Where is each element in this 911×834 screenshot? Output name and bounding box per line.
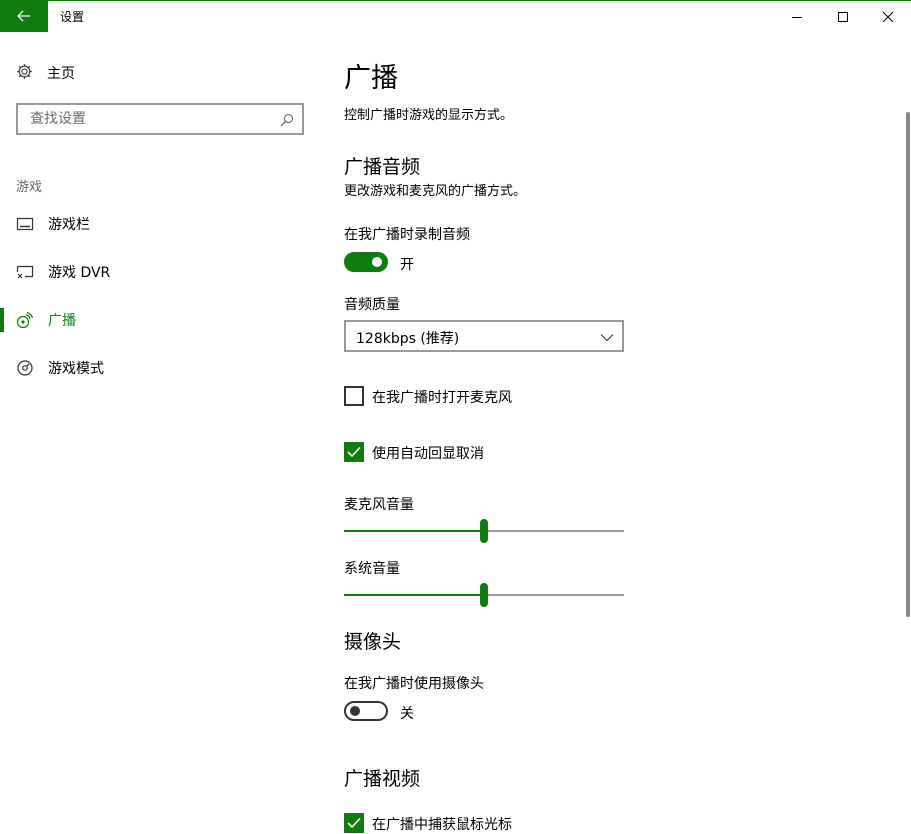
nav-home-label: 主页 bbox=[47, 66, 75, 82]
page-title: 广播 bbox=[344, 63, 398, 94]
section-heading-audio: 广播音频 bbox=[344, 156, 421, 178]
minimize-icon bbox=[792, 7, 802, 26]
search-box[interactable] bbox=[16, 103, 304, 135]
slider-thumb[interactable] bbox=[480, 519, 488, 543]
section-heading-camera: 摄像头 bbox=[344, 631, 402, 653]
nav-group-label: 游戏 bbox=[16, 180, 43, 195]
capture-cursor-checkbox[interactable] bbox=[344, 813, 364, 833]
game-dvr-icon bbox=[16, 263, 34, 281]
mic-volume-label: 麦克风音量 bbox=[344, 497, 414, 513]
broadcast-icon bbox=[16, 311, 34, 329]
mic-checkbox-label[interactable]: 在我广播时打开麦克风 bbox=[372, 387, 512, 407]
sidebar-item-game-mode[interactable]: 游戏模式 bbox=[0, 346, 330, 390]
sidebar-item-label: 广播 bbox=[48, 313, 76, 329]
audio-quality-label: 音频质量 bbox=[344, 297, 400, 313]
system-volume-slider[interactable] bbox=[344, 583, 624, 607]
system-volume-label: 系统音量 bbox=[344, 561, 400, 577]
slider-thumb[interactable] bbox=[480, 583, 488, 607]
section-heading-video: 广播视频 bbox=[344, 768, 421, 790]
mic-volume-slider[interactable] bbox=[344, 519, 624, 543]
scrollbar[interactable] bbox=[906, 112, 910, 617]
use-camera-label: 在我广播时使用摄像头 bbox=[344, 676, 484, 692]
game-mode-icon bbox=[16, 359, 34, 377]
echo-cancel-checkbox[interactable] bbox=[344, 442, 364, 462]
record-audio-toggle[interactable] bbox=[344, 252, 388, 272]
capture-cursor-label[interactable]: 在广播中捕获鼠标光标 bbox=[372, 814, 512, 834]
close-icon bbox=[882, 7, 894, 26]
window-title: 设置 bbox=[60, 10, 85, 24]
active-indicator bbox=[0, 308, 4, 332]
toggle-knob bbox=[350, 706, 360, 716]
audio-quality-dropdown[interactable]: 128kbps (推荐) bbox=[344, 320, 624, 352]
slider-fill bbox=[344, 530, 484, 532]
title-bar: 设置 bbox=[0, 0, 911, 32]
arrow-left-icon bbox=[17, 7, 31, 26]
use-camera-toggle[interactable] bbox=[344, 701, 388, 721]
maximize-icon bbox=[838, 7, 848, 26]
maximize-button[interactable] bbox=[820, 1, 866, 32]
game-bar-icon bbox=[16, 215, 34, 233]
page-description: 控制广播时游戏的显示方式。 bbox=[344, 108, 514, 123]
slider-fill bbox=[344, 594, 484, 596]
sidebar-item-label: 游戏模式 bbox=[48, 361, 104, 377]
toggle-knob bbox=[372, 257, 382, 267]
sidebar-item-game-dvr[interactable]: 游戏 DVR bbox=[0, 250, 330, 294]
sidebar-item-broadcast[interactable]: 广播 bbox=[0, 298, 330, 342]
sidebar-item-label: 游戏栏 bbox=[48, 217, 90, 233]
gear-icon bbox=[16, 63, 33, 84]
search-input[interactable] bbox=[28, 110, 272, 128]
sidebar-item-game-bar[interactable]: 游戏栏 bbox=[0, 202, 330, 246]
sidebar-item-label: 游戏 DVR bbox=[48, 265, 111, 281]
record-audio-state: 开 bbox=[400, 257, 414, 273]
use-camera-state: 关 bbox=[400, 706, 414, 722]
section-description-audio: 更改游戏和麦克风的广播方式。 bbox=[344, 184, 527, 199]
search-icon[interactable] bbox=[280, 112, 294, 131]
nav-home[interactable]: 主页 bbox=[16, 62, 75, 84]
close-button[interactable] bbox=[865, 1, 911, 32]
echo-cancel-label[interactable]: 使用自动回显取消 bbox=[372, 443, 484, 463]
mic-checkbox[interactable] bbox=[344, 386, 364, 406]
record-audio-label: 在我广播时录制音频 bbox=[344, 227, 470, 243]
audio-quality-value: 128kbps (推荐) bbox=[356, 331, 460, 347]
chevron-down-icon bbox=[600, 329, 614, 348]
back-button[interactable] bbox=[0, 1, 48, 32]
minimize-button[interactable] bbox=[774, 1, 820, 32]
